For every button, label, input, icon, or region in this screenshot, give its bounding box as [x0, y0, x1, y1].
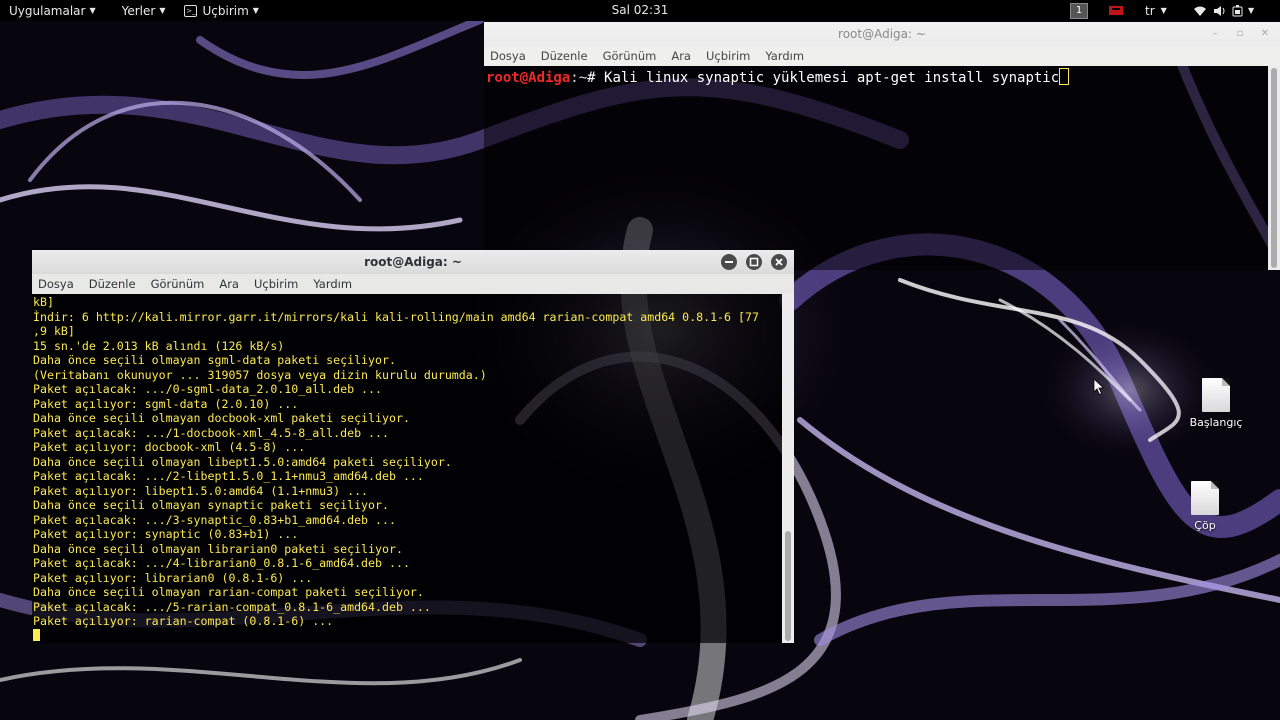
menu-edit[interactable]: Düzenle — [541, 49, 588, 63]
terminal-line: kB] — [33, 295, 54, 309]
trash-file-icon — [1191, 481, 1219, 515]
window-titlebar[interactable]: root@Adiga: ~ — [32, 250, 794, 274]
prompt-symbol: # — [587, 70, 605, 86]
places-menu[interactable]: Yerler ▼ — [96, 0, 166, 21]
terminal-line: Daha önce seçili olmayan rarian-compat p… — [33, 585, 424, 599]
terminal-line: Paket açılıyor: libept1.5.0:amd64 (1.1+n… — [33, 483, 369, 498]
panel-clock[interactable]: Sal 02:31 — [612, 3, 669, 17]
close-button[interactable] — [771, 254, 787, 270]
terminal-line: Paket açılıyor: sgml-data (2.0.10) ... — [33, 396, 299, 411]
desktop-icon-home[interactable]: Başlangıç — [1186, 378, 1246, 429]
window-menubar: Dosya Düzenle Görünüm Ara Uçbirim Yardım — [32, 274, 794, 294]
volume-icon — [1214, 5, 1225, 16]
terminal-line: Daha önce seçili olmayan docbook-xml pak… — [33, 411, 410, 425]
battery-icon — [1232, 4, 1243, 16]
terminal-line: Paket açılıyor: synaptic (0.83+b1) ... — [33, 527, 299, 541]
keyboard-layout-label: tr — [1145, 3, 1155, 18]
menu-help[interactable]: Yardım — [765, 49, 804, 63]
system-menu[interactable]: ▼ — [1193, 0, 1254, 21]
workspace-indicator[interactable]: 1 — [1070, 0, 1088, 21]
terminal-app-menu-label: Uçbirim — [202, 3, 249, 18]
menu-file[interactable]: Dosya — [38, 277, 74, 291]
terminal-window-front[interactable]: root@Adiga: ~ Dosya Düzenle Görünüm Ara … — [32, 250, 794, 643]
terminal-app-menu[interactable]: >_ Uçbirim ▼ — [165, 0, 259, 21]
workspace-number: 1 — [1070, 2, 1088, 19]
window-title: root@Adiga: ~ — [364, 255, 462, 269]
terminal-cursor — [33, 628, 40, 641]
minimize-icon — [725, 261, 733, 263]
terminal-line: Paket açılacak: .../4-librarian0_0.8.1-6… — [33, 556, 410, 570]
maximize-icon — [749, 257, 759, 267]
maximize-button[interactable]: ▫ — [1232, 26, 1248, 42]
terminal-line: Paket açılıyor: librarian0 (0.8.1-6) ... — [33, 570, 313, 585]
terminal-line: Daha önce seçili olmayan synaptic paketi… — [33, 498, 389, 512]
vertical-scrollbar[interactable] — [782, 294, 794, 643]
indicator-icon — [1109, 6, 1123, 15]
window-title: root@Adiga: ~ — [838, 27, 926, 41]
terminal-line: Daha önce seçili olmayan libept1.5.0:amd… — [33, 454, 452, 469]
chevron-down-icon: ▼ — [1248, 6, 1255, 15]
terminal-icon: >_ — [184, 4, 198, 17]
maximize-button[interactable] — [746, 254, 762, 270]
chevron-down-icon: ▼ — [252, 6, 259, 15]
terminal-line: 15 sn.'de 2.013 kB alındı (126 kB/s) — [33, 338, 285, 353]
menu-search[interactable]: Ara — [671, 49, 691, 63]
terminal-line: Paket açılacak: .../2-libept1.5.0_1.1+nm… — [33, 469, 424, 483]
menu-view[interactable]: Görünüm — [151, 277, 205, 291]
terminal-line: Daha önce seçili olmayan librarian0 pake… — [33, 541, 403, 556]
mouse-pointer-icon — [1093, 378, 1105, 396]
applications-menu-label: Uygulamalar — [9, 3, 86, 18]
prompt-path: :~ — [570, 70, 588, 86]
window-menubar: Dosya Düzenle Görünüm Ara Uçbirim Yardım — [484, 46, 1280, 66]
terminal-line: ,9 kB] — [33, 324, 75, 338]
terminal-line: Paket açılacak: .../1-docbook-xml_4.5-8_… — [33, 425, 389, 440]
menu-view[interactable]: Görünüm — [603, 49, 657, 63]
minimize-button[interactable] — [721, 254, 737, 270]
menu-search[interactable]: Ara — [219, 277, 239, 291]
menu-help[interactable]: Yardım — [313, 277, 352, 291]
command-text: Kali linux synaptic yüklemesi apt-get in… — [604, 70, 1060, 86]
terminal-cursor-line — [33, 628, 782, 644]
vertical-scrollbar[interactable] — [1268, 66, 1280, 270]
terminal-line: Paket açılacak: .../5-rarian-compat_0.8.… — [33, 599, 431, 614]
keyboard-layout-menu[interactable]: tr ▼ — [1145, 0, 1167, 21]
minimize-button[interactable]: – — [1207, 26, 1223, 42]
terminal-cursor — [1059, 68, 1070, 85]
terminal-line: Paket açılacak: .../3-synaptic_0.83+b1_a… — [33, 512, 396, 527]
scrollbar-thumb[interactable] — [785, 531, 791, 641]
chevron-down-icon: ▼ — [1160, 6, 1167, 15]
text-file-icon — [1202, 378, 1230, 412]
prompt-user: root@Adiga — [486, 70, 571, 86]
app-indicator[interactable] — [1109, 0, 1123, 21]
places-menu-label: Yerler — [121, 3, 156, 18]
terminal-line: Paket açılıyor: rarian-compat (0.8.1-6) … — [33, 614, 334, 628]
menu-file[interactable]: Dosya — [490, 49, 526, 63]
desktop-icon-trash[interactable]: Çöp — [1175, 481, 1235, 532]
terminal-line: Paket açılacak: .../0-sgml-data_2.0.10_a… — [33, 382, 383, 396]
top-panel: Uygulamalar ▼ Yerler ▼ >_ Uçbirim ▼ Sal … — [0, 0, 1280, 21]
terminal-line: Daha önce seçili olmayan sgml-data paket… — [33, 353, 396, 367]
menu-edit[interactable]: Düzenle — [89, 277, 136, 291]
terminal-line: İndir: 6 http://kali.mirror.garr.it/mirr… — [33, 309, 759, 324]
terminal-output[interactable]: root@Adiga:~# Kali linux synaptic yüklem… — [484, 66, 1268, 270]
applications-menu[interactable]: Uygulamalar ▼ — [0, 0, 96, 21]
terminal-output[interactable]: kB] İndir: 6 http://kali.mirror.garr.it/m… — [32, 294, 782, 643]
window-titlebar[interactable]: root@Adiga: ~ – ▫ ✕ — [484, 22, 1280, 46]
close-button[interactable]: ✕ — [1257, 26, 1273, 42]
scrollbar-thumb[interactable] — [1271, 68, 1277, 268]
terminal-window-back[interactable]: root@Adiga: ~ – ▫ ✕ Dosya Düzenle Görünü… — [484, 22, 1280, 270]
terminal-line: Paket açılıyor: docbook-xml (4.5-8) ... — [33, 440, 306, 454]
wifi-icon — [1194, 6, 1206, 16]
menu-terminal[interactable]: Uçbirim — [706, 49, 750, 63]
desktop-icon-label: Çöp — [1194, 519, 1216, 532]
desktop-icon-label: Başlangıç — [1189, 416, 1243, 429]
terminal-line: (Veritabanı okunuyor ... 319057 dosya ve… — [33, 367, 487, 382]
close-icon — [775, 258, 783, 266]
menu-terminal[interactable]: Uçbirim — [254, 277, 298, 291]
